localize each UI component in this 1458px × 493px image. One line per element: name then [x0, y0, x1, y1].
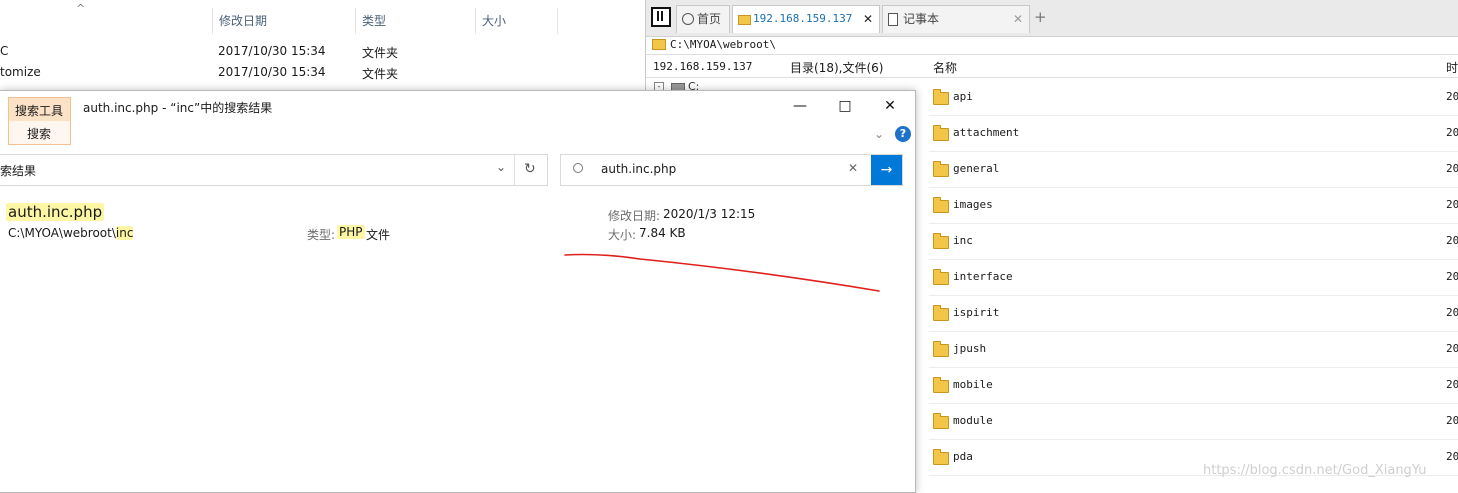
info-bar: 192.168.159.137 目录(18),文件(6) 名称 时	[646, 55, 1458, 78]
file-type: 文件夹	[362, 67, 399, 81]
folder-date: 20	[1446, 270, 1458, 283]
folder-name: attachment	[953, 126, 1020, 139]
tab-remote-host[interactable]: 192.168.159.137 ✕	[732, 5, 880, 33]
folder-name: interface	[953, 270, 1013, 283]
folder-row[interactable]: mobile 20	[929, 368, 1458, 404]
tab-label: 首页	[697, 12, 722, 26]
folder-icon	[933, 233, 949, 249]
tab-label: 记事本	[903, 12, 940, 26]
folder-icon	[933, 449, 949, 465]
notepad-icon	[888, 13, 898, 26]
add-tab-button[interactable]: +	[1034, 8, 1047, 26]
folder-row[interactable]: general 20	[929, 152, 1458, 188]
column-header-name[interactable]: 名称	[933, 59, 957, 76]
sort-arrow-icon: ^	[76, 2, 86, 15]
folder-row[interactable]: jpush 20	[929, 332, 1458, 368]
file-type: 文件夹	[362, 46, 399, 60]
file-name: tomize	[0, 65, 41, 79]
folder-date: 20	[1446, 378, 1458, 391]
folder-row[interactable]: module 20	[929, 404, 1458, 440]
folder-name: general	[953, 162, 1000, 175]
globe-icon	[682, 13, 694, 25]
file-date: 2017/10/30 15:34	[218, 44, 326, 58]
column-header-size[interactable]: 大小	[475, 8, 558, 34]
folder-date: 20	[1446, 90, 1458, 103]
folder-row[interactable]: ispirit 20	[929, 296, 1458, 332]
file-date: 2017/10/30 15:34	[218, 65, 326, 79]
watermark: https://blog.csdn.net/God_XiangYu	[1203, 463, 1427, 478]
tab-home[interactable]: 首页	[676, 5, 730, 33]
folder-row[interactable]: inc 20	[929, 224, 1458, 260]
folder-icon	[933, 125, 949, 141]
folder-icon	[738, 15, 751, 25]
folder-name: mobile	[953, 378, 993, 391]
app-logo-icon	[651, 7, 671, 27]
folder-name: jpush	[953, 342, 987, 355]
tab-label: 192.168.159.137	[753, 12, 853, 25]
dir-summary: 目录(18),文件(6)	[790, 61, 884, 75]
path-bar[interactable]: C:\MYOA\webroot\	[646, 36, 1458, 55]
folder-date: 20	[1446, 126, 1458, 139]
column-header-type[interactable]: 类型	[355, 8, 475, 34]
file-row[interactable]: C 2017/10/30 15:34 文件夹	[0, 40, 640, 62]
folder-date: 20	[1446, 306, 1458, 319]
host-ip: 192.168.159.137	[653, 60, 753, 73]
folder-icon	[933, 89, 949, 105]
column-header-time[interactable]: 时	[1446, 59, 1458, 76]
path-text: C:\MYOA\webroot\	[670, 38, 776, 51]
folder-name: api	[953, 90, 973, 103]
folder-name: inc	[953, 234, 973, 247]
folder-date: 20	[1446, 450, 1458, 463]
folder-name: module	[953, 414, 993, 427]
background-explorer: ^ 修改日期 类型 大小 C 2017/10/30 15:34 文件夹 tomi…	[0, 0, 645, 95]
close-icon[interactable]: ✕	[863, 6, 873, 32]
search-results-window: 搜索工具 搜索 auth.inc.php - “inc”中的搜索结果 — □ ✕…	[0, 90, 916, 493]
tab-notepad[interactable]: 记事本 ✕	[882, 5, 1030, 33]
folder-name: pda	[953, 450, 973, 463]
file-row[interactable]: tomize 2017/10/30 15:34 文件夹	[0, 61, 640, 83]
folder-row[interactable]: images 20	[929, 188, 1458, 224]
folder-row[interactable]: attachment 20	[929, 116, 1458, 152]
folder-row[interactable]: interface 20	[929, 260, 1458, 296]
folder-icon	[933, 269, 949, 285]
folder-icon	[933, 305, 949, 321]
tab-bar: 首页 192.168.159.137 ✕ 记事本 ✕ +	[646, 0, 1458, 37]
folder-icon	[933, 197, 949, 213]
folder-date: 20	[1446, 342, 1458, 355]
close-icon[interactable]: ✕	[1013, 6, 1023, 32]
red-annotation-underline	[564, 253, 880, 292]
folder-name: ispirit	[953, 306, 1000, 319]
column-header-modified[interactable]: 修改日期	[212, 8, 355, 34]
folder-icon	[933, 341, 949, 357]
folder-icon	[933, 413, 949, 429]
folder-name: images	[953, 198, 993, 211]
file-name: C	[0, 44, 9, 58]
folder-icon	[652, 39, 666, 50]
folder-date: 20	[1446, 198, 1458, 211]
folder-row[interactable]: api 20	[929, 80, 1458, 116]
folder-date: 20	[1446, 162, 1458, 175]
folder-icon	[933, 377, 949, 393]
folder-date: 20	[1446, 414, 1458, 427]
folder-date: 20	[1446, 234, 1458, 247]
folder-icon	[933, 161, 949, 177]
